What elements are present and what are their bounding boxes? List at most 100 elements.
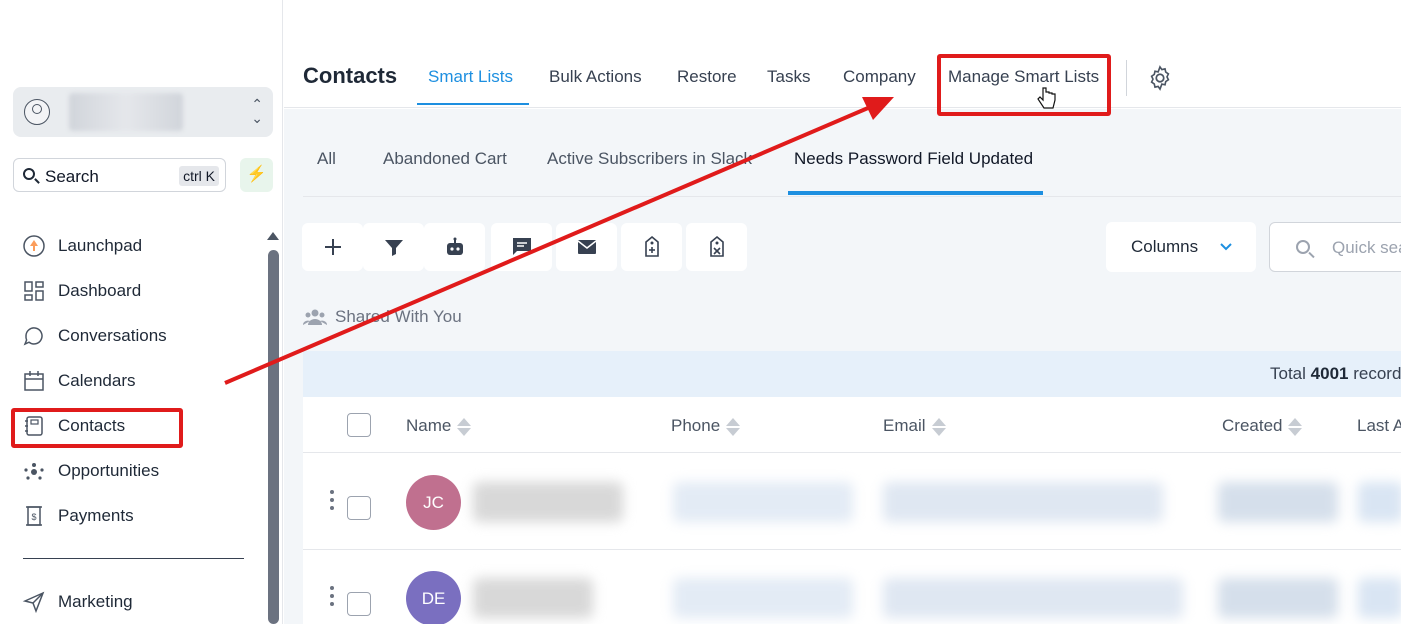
- svg-text:$: $: [31, 512, 36, 522]
- column-header-last-activity[interactable]: Last A: [1357, 416, 1401, 436]
- tab-tasks[interactable]: Tasks: [767, 67, 810, 87]
- page-title: Contacts: [303, 63, 398, 88]
- sidebar-item-label: Contacts: [58, 416, 126, 435]
- contact-phone-blurred: [673, 578, 853, 618]
- contact-email-blurred: [883, 578, 1183, 618]
- total-records: Total 4001 records: [1270, 364, 1401, 384]
- location-avatar-icon: [24, 99, 50, 125]
- contact-email-blurred: [883, 482, 1163, 522]
- account-switcher[interactable]: ⌃ ⌄: [13, 87, 273, 137]
- sidebar-item-launchpad[interactable]: Launchpad: [22, 232, 252, 260]
- sidebar-divider: [23, 558, 244, 559]
- sort-icon: [931, 417, 946, 437]
- total-count: 4001: [1310, 364, 1349, 383]
- total-suffix: records: [1353, 364, 1401, 383]
- tab-company[interactable]: Company: [843, 67, 916, 87]
- select-all-checkbox[interactable]: [347, 413, 371, 437]
- sidebar-scrollbar[interactable]: [268, 250, 279, 624]
- table-row[interactable]: JC: [303, 454, 1401, 550]
- marketing-icon: [22, 591, 45, 614]
- contact-activity-blurred: [1358, 482, 1401, 522]
- column-label: Phone: [671, 416, 721, 435]
- column-header-name[interactable]: Name: [406, 416, 472, 437]
- column-header-created[interactable]: Created: [1222, 416, 1303, 437]
- hand-cursor-icon: [1037, 87, 1056, 109]
- gear-icon[interactable]: [1146, 64, 1174, 92]
- sidebar-item-dashboard[interactable]: Dashboard: [22, 277, 252, 305]
- send-email-button[interactable]: [556, 223, 617, 271]
- sidebar-item-opportunities[interactable]: Opportunities: [22, 457, 252, 485]
- tab-manage-smart-lists[interactable]: Manage Smart Lists: [948, 67, 1099, 87]
- tab-smart-lists[interactable]: Smart Lists: [428, 67, 513, 87]
- sidebar-item-label: Dashboard: [58, 281, 142, 300]
- sidebar-item-label: Opportunities: [58, 461, 160, 480]
- scroll-up-arrow-icon[interactable]: [267, 232, 279, 240]
- contact-name-blurred: [473, 482, 623, 522]
- active-smartlist-underline: [788, 191, 1043, 195]
- calendar-icon: [24, 371, 44, 391]
- active-tab-underline: [417, 103, 529, 105]
- column-label: Email: [883, 416, 926, 435]
- smartlist-tab-needs-password[interactable]: Needs Password Field Updated: [794, 149, 1033, 169]
- search-icon: [1296, 240, 1310, 254]
- tab-restore[interactable]: Restore: [677, 67, 737, 87]
- sort-icon: [726, 417, 741, 437]
- sidebar-item-label: Marketing: [58, 592, 133, 611]
- dashboard-icon: [24, 281, 44, 301]
- row-menu-icon[interactable]: [330, 490, 334, 512]
- row-checkbox[interactable]: [347, 592, 371, 616]
- row-checkbox[interactable]: [347, 496, 371, 520]
- contact-created-blurred: [1218, 578, 1338, 618]
- users-icon: [303, 309, 327, 325]
- main-content: All Abandoned Cart Active Subscribers in…: [284, 109, 1401, 624]
- add-contact-button[interactable]: [302, 223, 363, 271]
- chevron-updown-icon: ⌃ ⌄: [251, 96, 263, 126]
- shared-label: Shared With You: [335, 307, 462, 326]
- row-menu-icon[interactable]: [330, 586, 334, 608]
- remove-tag-button[interactable]: [686, 223, 747, 271]
- smartlist-tab-all[interactable]: All: [317, 149, 336, 169]
- conversations-icon: [23, 327, 43, 346]
- quick-action-bolt-icon[interactable]: ⚡: [240, 158, 273, 192]
- add-tag-button[interactable]: [621, 223, 682, 271]
- contact-avatar: DE: [406, 571, 461, 624]
- sidebar-item-label: Conversations: [58, 326, 167, 345]
- column-header-phone[interactable]: Phone: [671, 416, 741, 437]
- total-records-bar: Total 4001 records: [303, 351, 1401, 397]
- tab-bulk-actions[interactable]: Bulk Actions: [549, 67, 642, 87]
- smartlist-tab-abandoned-cart[interactable]: Abandoned Cart: [383, 149, 507, 169]
- column-label: Name: [406, 416, 452, 435]
- search-icon: [23, 168, 35, 180]
- sidebar-item-marketing[interactable]: Marketing: [22, 588, 252, 616]
- quick-search-input[interactable]: Quick search: [1269, 222, 1401, 272]
- message-icon: [513, 238, 531, 255]
- account-name-blurred: [69, 93, 183, 131]
- column-label: Created: [1222, 416, 1283, 435]
- sidebar-search[interactable]: Search ctrl K: [13, 158, 226, 192]
- sidebar-item-label: Calendars: [58, 371, 136, 390]
- launchpad-icon: [23, 235, 45, 257]
- automation-button[interactable]: [424, 223, 485, 271]
- tag-remove-icon: [710, 235, 724, 257]
- table-header: Name Phone Email Created Last A: [303, 397, 1401, 453]
- app-root: ⌃ ⌄ Search ctrl K ⚡ Launchpad Dashboard C…: [0, 0, 1401, 624]
- sidebar: ⌃ ⌄ Search ctrl K ⚡ Launchpad Dashboard C…: [0, 0, 283, 624]
- smartlist-tab-active-subscribers[interactable]: Active Subscribers in Slack: [547, 149, 752, 169]
- filter-button[interactable]: [363, 223, 424, 271]
- header-separator: [1126, 60, 1127, 96]
- contact-avatar: JC: [406, 475, 461, 530]
- send-sms-button[interactable]: [491, 223, 552, 271]
- columns-button[interactable]: Columns: [1106, 222, 1256, 272]
- sort-icon: [457, 417, 472, 437]
- contact-name-blurred: [473, 578, 593, 618]
- column-header-email[interactable]: Email: [883, 416, 946, 437]
- quick-search-placeholder: Quick search: [1332, 238, 1401, 257]
- sidebar-item-payments[interactable]: $ Payments: [22, 502, 252, 530]
- robot-icon: [447, 237, 463, 255]
- columns-label: Columns: [1131, 237, 1199, 256]
- table-row[interactable]: DE: [303, 550, 1401, 624]
- sidebar-item-conversations[interactable]: Conversations: [22, 322, 252, 350]
- sidebar-item-contacts[interactable]: Contacts: [22, 412, 252, 440]
- contact-activity-blurred: [1358, 578, 1401, 618]
- sidebar-item-calendars[interactable]: Calendars: [22, 367, 252, 395]
